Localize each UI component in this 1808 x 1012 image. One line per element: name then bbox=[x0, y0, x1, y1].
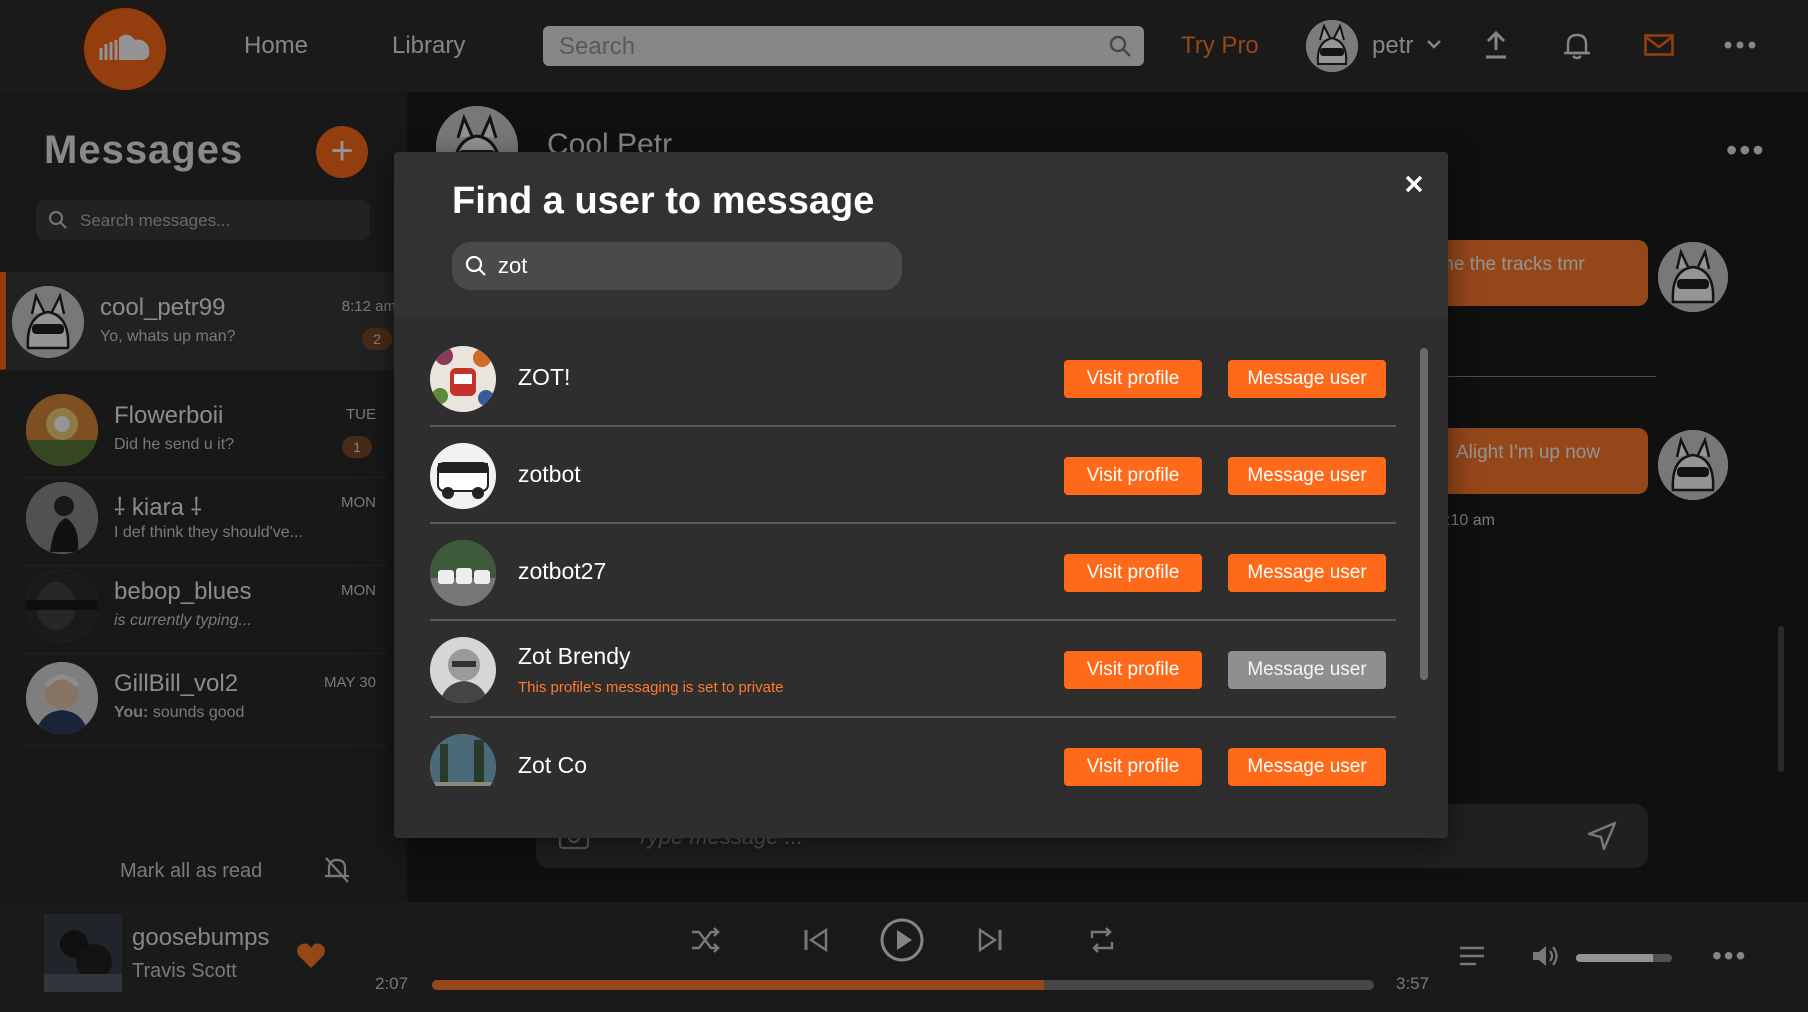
message-user-button[interactable]: Message user bbox=[1228, 457, 1386, 495]
visit-profile-button[interactable]: Visit profile bbox=[1064, 651, 1202, 689]
user-search-field[interactable] bbox=[452, 242, 902, 290]
visit-profile-button[interactable]: Visit profile bbox=[1064, 457, 1202, 495]
close-icon[interactable] bbox=[1400, 170, 1428, 198]
visit-profile-button[interactable]: Visit profile bbox=[1064, 360, 1202, 398]
user-search-input[interactable] bbox=[498, 250, 878, 282]
user-result-avatar[interactable] bbox=[430, 734, 496, 786]
user-result-row: zotbot27 Visit profile Message user bbox=[430, 524, 1396, 621]
user-result-name[interactable]: Zot Co bbox=[518, 752, 587, 779]
message-user-button[interactable]: Message user bbox=[1228, 748, 1386, 786]
user-result-avatar[interactable] bbox=[430, 637, 496, 703]
user-results-list: ZOT! Visit profile Message user zotbot V… bbox=[430, 330, 1396, 786]
user-result-name[interactable]: zotbot27 bbox=[518, 558, 606, 585]
user-result-name[interactable]: Zot Brendy bbox=[518, 643, 631, 670]
app-root: Home Library Search Try Pro petr Message… bbox=[0, 0, 1808, 1012]
user-result-avatar[interactable] bbox=[430, 443, 496, 509]
message-user-button[interactable]: Message user bbox=[1228, 360, 1386, 398]
search-icon bbox=[465, 255, 486, 276]
user-result-row: Zot Brendy This profile's messaging is s… bbox=[430, 621, 1396, 718]
visit-profile-button[interactable]: Visit profile bbox=[1064, 554, 1202, 592]
find-user-modal: Find a user to message ZOT! Visit profil… bbox=[394, 152, 1448, 838]
modal-header: Find a user to message bbox=[394, 152, 1448, 318]
modal-title: Find a user to message bbox=[452, 180, 875, 222]
user-result-name[interactable]: ZOT! bbox=[518, 364, 570, 391]
message-user-button[interactable]: Message user bbox=[1228, 554, 1386, 592]
private-messaging-notice: This profile's messaging is set to priva… bbox=[518, 679, 784, 696]
message-user-button-disabled: Message user bbox=[1228, 651, 1386, 689]
visit-profile-button[interactable]: Visit profile bbox=[1064, 748, 1202, 786]
user-result-row: Zot Co Visit profile Message user bbox=[430, 718, 1396, 786]
user-result-name[interactable]: zotbot bbox=[518, 461, 581, 488]
results-scrollbar[interactable] bbox=[1420, 348, 1428, 680]
user-result-row: zotbot Visit profile Message user bbox=[430, 427, 1396, 524]
user-result-avatar[interactable] bbox=[430, 540, 496, 606]
user-result-avatar[interactable] bbox=[430, 346, 496, 412]
user-result-row: ZOT! Visit profile Message user bbox=[430, 330, 1396, 427]
